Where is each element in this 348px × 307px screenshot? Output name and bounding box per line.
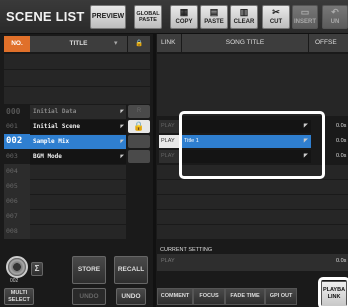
scene-row-selected[interactable]: 002 Sample Mix ◤ bbox=[4, 134, 150, 149]
scene-number: 008 bbox=[4, 224, 30, 239]
scene-title bbox=[30, 210, 126, 224]
undo-icon: ↶ bbox=[331, 7, 339, 17]
callout-highlight-playback bbox=[318, 277, 348, 307]
current-offset-value: 0.0s bbox=[336, 258, 347, 264]
current-setting-bar bbox=[157, 254, 348, 271]
column-header-title[interactable]: TITLE bbox=[30, 36, 127, 52]
current-play-toggle[interactable]: PLAY bbox=[161, 258, 175, 264]
callout-highlight bbox=[179, 111, 325, 179]
column-header-offset: OFFSE bbox=[309, 34, 348, 52]
edit-corner-icon: ◤ bbox=[120, 138, 124, 145]
song-row-empty[interactable] bbox=[157, 180, 348, 194]
song-row-empty[interactable] bbox=[157, 225, 348, 239]
scene-row[interactable]: 001 Initial Scene ◤ 🔒 bbox=[4, 119, 150, 134]
scene-title bbox=[30, 165, 126, 179]
scene-number: 001 bbox=[6, 122, 18, 130]
scene-number: 005 bbox=[4, 179, 30, 194]
song-row-empty[interactable] bbox=[157, 195, 348, 209]
scene-row-empty[interactable]: 005 bbox=[4, 179, 150, 194]
recall-button[interactable]: RECALL bbox=[114, 256, 148, 284]
tab-gpi-out[interactable]: GPI OUT bbox=[265, 288, 297, 305]
tab-comment[interactable]: COMMENT bbox=[157, 288, 193, 305]
scene-row[interactable]: 003 BGM Mode ◤ bbox=[4, 149, 150, 164]
scene-number: 004 bbox=[4, 164, 30, 179]
scene-number: 007 bbox=[4, 209, 30, 224]
scene-number: 000 bbox=[6, 107, 21, 116]
scene-row[interactable]: 000 Initial Data ◤ R bbox=[4, 104, 150, 119]
scene-row-empty[interactable]: 004 bbox=[4, 164, 150, 179]
edit-corner-icon: ◤ bbox=[120, 108, 124, 115]
tab-fade-time[interactable]: FADE TIME bbox=[225, 288, 265, 305]
offset-value: 0.0s bbox=[336, 153, 347, 159]
scene-title bbox=[30, 180, 126, 194]
tab-focus[interactable]: FOCUS bbox=[193, 288, 225, 305]
scene-title bbox=[30, 225, 126, 239]
preview-button[interactable]: PREVIEW bbox=[90, 5, 126, 29]
scene-row-empty[interactable]: 006 bbox=[4, 194, 150, 209]
global-paste-button[interactable]: GLOBAL PASTE bbox=[134, 5, 162, 29]
column-header-link: LINK bbox=[157, 34, 181, 52]
store-button[interactable]: STORE bbox=[72, 256, 106, 284]
column-header-lock[interactable]: 🔒 bbox=[128, 36, 150, 52]
column-header-no[interactable]: NO. bbox=[4, 36, 30, 52]
current-setting-label: CURRENT SETTING bbox=[160, 247, 213, 253]
song-row-empty[interactable] bbox=[157, 210, 348, 224]
protect-toggle[interactable] bbox=[128, 135, 150, 148]
scene-row-empty[interactable]: 008 bbox=[4, 224, 150, 239]
cut-button[interactable]: ✂ CUT bbox=[262, 5, 290, 29]
knob-value: 002 bbox=[10, 278, 19, 284]
scene-title: Initial Scene ◤ bbox=[30, 120, 126, 134]
play-link-toggle[interactable]: PLAY bbox=[159, 135, 181, 148]
scene-number: 003 bbox=[6, 152, 18, 160]
scene-title: Initial Data ◤ bbox=[30, 105, 126, 119]
offset-value: 0.0s bbox=[336, 138, 347, 144]
panel-divider bbox=[153, 34, 156, 307]
sigma-button[interactable]: Σ bbox=[31, 262, 43, 276]
paste-icon: ▤ bbox=[209, 7, 219, 17]
list-empty-area bbox=[4, 54, 150, 104]
offset-value: 0.0s bbox=[336, 123, 347, 129]
edit-corner-icon: ◤ bbox=[120, 123, 124, 130]
song-list-empty-area bbox=[157, 54, 348, 116]
row-divider bbox=[4, 86, 150, 87]
column-header-song-title: SONG TITLE bbox=[182, 34, 308, 52]
protect-lock-icon[interactable]: 🔒 bbox=[128, 120, 150, 133]
app-title: SCENE LIST bbox=[6, 9, 85, 24]
scene-title: BGM Mode ◤ bbox=[30, 150, 126, 164]
undo-button[interactable]: UNDO bbox=[116, 288, 146, 305]
copy-button[interactable]: ▦ COPY bbox=[170, 5, 198, 29]
sort-arrow-icon[interactable]: ▾ bbox=[114, 36, 127, 52]
lock-icon: 🔒 bbox=[134, 40, 144, 47]
protect-toggle[interactable] bbox=[128, 150, 150, 163]
insert-button[interactable]: ▭ INSERT bbox=[292, 5, 318, 29]
read-only-badge: R bbox=[128, 105, 150, 118]
insert-icon: ▭ bbox=[300, 7, 310, 17]
scissors-icon: ✂ bbox=[272, 7, 280, 17]
paste-button[interactable]: ▤ PASTE bbox=[200, 5, 228, 29]
multi-select-button[interactable]: MULTI SELECT bbox=[4, 288, 34, 305]
undo-top-button[interactable]: ↶ UN bbox=[322, 5, 348, 29]
play-link-toggle[interactable]: PLAY bbox=[159, 150, 181, 163]
clear-button[interactable]: ▥ CLEAR bbox=[230, 5, 258, 29]
copy-icon: ▦ bbox=[179, 7, 189, 17]
undo-disabled-button[interactable]: UNDO bbox=[72, 288, 106, 305]
clear-icon: ▥ bbox=[239, 7, 249, 17]
row-divider bbox=[4, 69, 150, 70]
scene-number: 006 bbox=[4, 194, 30, 209]
play-link-toggle[interactable]: PLAY bbox=[159, 120, 181, 133]
scene-title: Sample Mix ◤ bbox=[30, 135, 126, 149]
edit-corner-icon: ◤ bbox=[120, 153, 124, 160]
scene-number: 002 bbox=[4, 134, 30, 149]
scene-select-knob[interactable] bbox=[6, 256, 28, 278]
scene-row-empty[interactable]: 007 bbox=[4, 209, 150, 224]
scene-title bbox=[30, 195, 126, 209]
